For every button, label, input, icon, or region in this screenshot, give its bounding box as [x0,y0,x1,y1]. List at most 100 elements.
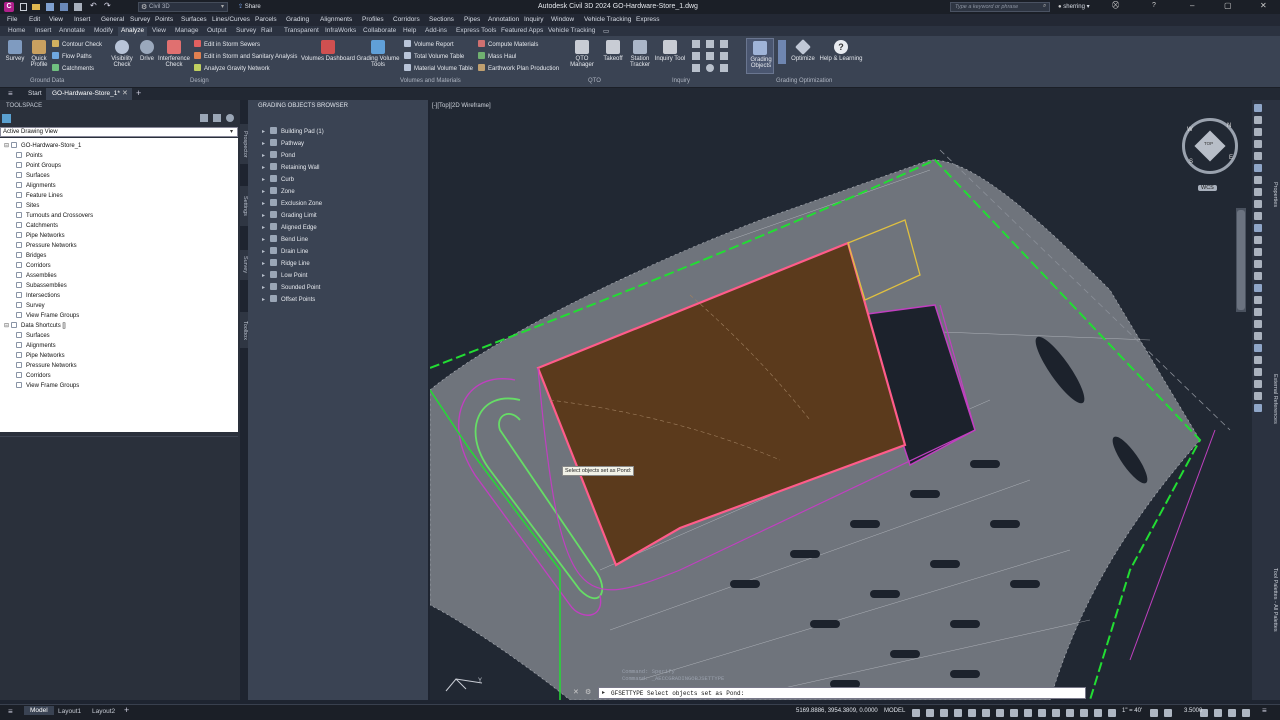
list-icon[interactable] [692,40,700,48]
status-toggle-icon[interactable] [1080,709,1088,717]
grading-item-pathway[interactable]: ▸ Pathway [262,139,304,147]
shortcut-item-corridors[interactable]: Corridors [16,372,51,379]
palette-tool-icon[interactable] [1254,104,1262,112]
tab-infraworks[interactable]: InfraWorks [322,27,359,34]
tab-model[interactable]: Model [24,706,54,715]
grading-volume-tools-button[interactable]: Grading Volume Tools [356,40,400,68]
save-icon[interactable] [46,3,54,11]
status-toggle-icon[interactable] [996,709,1004,717]
tab-tool-palettes[interactable]: Tool Palettes - All Palettes [1268,568,1278,648]
status-toggle-icon[interactable] [982,709,990,717]
tab-insert[interactable]: Insert [32,27,54,34]
tree-item-turnouts-and-crossovers[interactable]: Turnouts and Crossovers [16,212,93,219]
tab-collaborate[interactable]: Collaborate [360,27,399,34]
menu-vehicle-tracking[interactable]: Vehicle Tracking [584,16,631,23]
status-toggle-icon[interactable] [1108,709,1116,717]
palette-tool-icon[interactable] [1254,164,1262,172]
expand-arrow-icon[interactable]: ▸ [262,297,265,303]
command-settings-icon[interactable]: ⚙ [585,688,591,696]
expand-arrow-icon[interactable]: ▸ [262,165,265,171]
menu-pipes[interactable]: Pipes [464,16,480,23]
qto-manager-button[interactable]: QTO Manager [564,40,600,68]
status-toggle-icon[interactable] [1242,709,1250,717]
grading-item-curb[interactable]: ▸ Curb [262,175,294,183]
drawing-canvas[interactable]: [-][Top][2D Wireframe] Select objects se… [430,100,1252,700]
panel-ground-data[interactable]: Ground Data [30,78,64,84]
status-toggle-icon[interactable] [926,709,934,717]
tab-rail[interactable]: Rail [258,27,275,34]
tree-item-alignments[interactable]: Alignments [16,182,56,189]
palette-tool-icon[interactable] [1254,344,1262,352]
save-as-icon[interactable] [60,3,68,11]
locate-icon[interactable] [706,40,714,48]
tree-item-corridors[interactable]: Corridors [16,262,51,269]
shortcut-item-pipe-networks[interactable]: Pipe Networks [16,352,65,359]
palette-tool-icon[interactable] [1254,320,1262,328]
palette-tool-icon[interactable] [1254,404,1262,412]
palette-tool-icon[interactable] [1254,140,1262,148]
volumes-dashboard-button[interactable]: Volumes Dashboard [300,40,356,62]
expand-arrow-icon[interactable]: ▸ [262,237,265,243]
tree-item-view-frame-groups[interactable]: View Frame Groups [16,312,79,319]
menu-surfaces[interactable]: Surfaces [181,16,207,23]
open-icon[interactable] [32,4,40,10]
palette-tool-icon[interactable] [1254,392,1262,400]
visibility-check-button[interactable]: Visibility Check [110,40,134,68]
view-select[interactable]: Active Drawing View ▾ [0,127,238,137]
id-icon[interactable] [720,64,728,72]
command-close-icon[interactable]: ✕ [573,688,579,696]
status-toggle-icon[interactable] [1214,709,1222,717]
app-logo-icon[interactable]: C [4,2,14,12]
prospector-icon[interactable] [2,114,11,123]
minimize-icon[interactable]: – [1190,1,1194,10]
grading-item-aligned-edge[interactable]: ▸ Aligned Edge [262,223,317,231]
palette-tool-icon[interactable] [1254,116,1262,124]
palette-tool-icon[interactable] [1254,296,1262,304]
tree-item-intersections[interactable]: Intersections [16,292,60,299]
tab-vehicle-tracking[interactable]: Vehicle Tracking [545,27,598,34]
close-icon[interactable]: ✕ [1260,1,1267,10]
station-tracker-button[interactable]: Station Tracker [628,40,652,68]
status-value[interactable]: 3.5000 [1184,708,1202,714]
tree-item-surfaces[interactable]: Surfaces [16,172,50,179]
tab-analyze[interactable]: Analyze [118,27,148,36]
ribbon-overflow-icon[interactable]: ▭ [600,27,612,35]
menu-alignments[interactable]: Alignments [320,16,352,23]
grading-objects-button[interactable]: Grading Objects [746,38,774,74]
help-icon[interactable]: ? [1152,2,1156,9]
user-account[interactable]: ● sherring ▾ [1058,3,1090,10]
shortcut-item-view-frame-groups[interactable]: View Frame Groups [16,382,79,389]
panel-design[interactable]: Design [190,78,209,84]
expand-arrow-icon[interactable]: ▸ [262,225,265,231]
grading-item-pond[interactable]: ▸ Pond [262,151,295,159]
grading-item-drain-line[interactable]: ▸ Drain Line [262,247,308,255]
menu-lines-curves[interactable]: Lines/Curves [212,16,250,23]
expand-arrow-icon[interactable]: ▸ [262,129,265,135]
drive-button[interactable]: Drive [138,40,156,62]
status-toggle-icon[interactable] [968,709,976,717]
status-toggle-icon[interactable] [1228,709,1236,717]
cart-icon[interactable]: ⛒ [1112,2,1119,10]
palette-tool-icon[interactable] [1254,152,1262,160]
menu-edit[interactable]: Edit [29,16,40,23]
tab-transparent[interactable]: Transparent [281,27,322,34]
expand-arrow-icon[interactable]: ▸ [262,213,265,219]
menu-survey[interactable]: Survey [130,16,150,23]
tree-item-sites[interactable]: Sites [16,202,39,209]
help-icon[interactable] [226,114,234,122]
expand-arrow-icon[interactable]: ▸ [262,261,265,267]
expand-arrow-icon[interactable]: ▸ [262,177,265,183]
shortcut-item-pressure-networks[interactable]: Pressure Networks [16,362,77,369]
tab-start[interactable]: Start [28,90,42,97]
status-toggle-icon[interactable] [1024,709,1032,717]
catchments-button[interactable]: Catchments [52,64,94,72]
panel-grading-optimization[interactable]: Grading Optimization [776,78,832,84]
expand-arrow-icon[interactable]: ▸ [262,153,265,159]
takeoff-button[interactable]: Takeoff [602,40,624,62]
area-icon[interactable] [692,64,700,72]
tab-layout2[interactable]: Layout2 [92,708,115,715]
help-learning-button[interactable]: ? Help & Learning [818,40,864,62]
menu-points[interactable]: Points [155,16,173,23]
tab-toolbox[interactable]: Toolbox [240,312,248,348]
angle-icon[interactable] [706,52,714,60]
